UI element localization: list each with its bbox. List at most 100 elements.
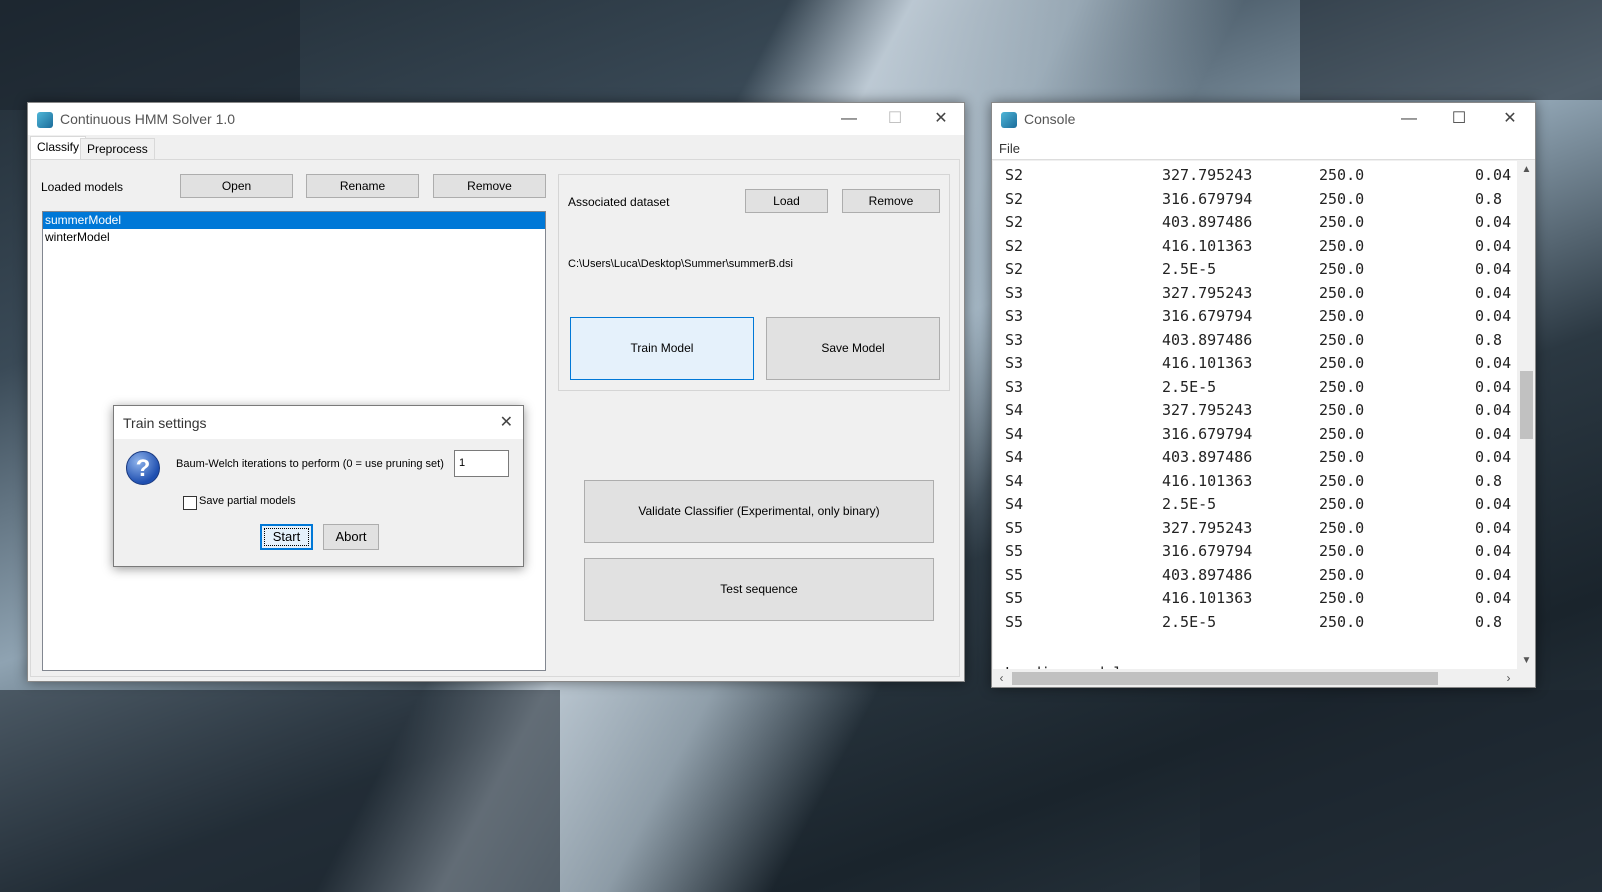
console-cell: 250.0 bbox=[1319, 213, 1365, 231]
console-cell: S3 bbox=[1005, 330, 1024, 349]
list-item-winter-model[interactable]: winterModel bbox=[43, 229, 545, 246]
console-close-button[interactable]: ✕ bbox=[1487, 103, 1533, 135]
console-cell: S5 bbox=[1005, 518, 1024, 537]
console-cell: S4 bbox=[1005, 471, 1024, 490]
load-dataset-button[interactable]: Load bbox=[745, 189, 828, 213]
iterations-input[interactable]: 1 bbox=[454, 450, 509, 477]
abort-button-label: Abort bbox=[335, 529, 367, 544]
console-cell: 327.795243 bbox=[1162, 401, 1253, 419]
console-cell: S3 bbox=[1005, 354, 1024, 372]
console-cell: 403.897486 bbox=[1162, 330, 1253, 349]
console-cell: S4 bbox=[1005, 448, 1024, 466]
horizontal-scrollbar[interactable]: ‹ › bbox=[993, 670, 1517, 687]
console-cell: S3 bbox=[1005, 307, 1024, 325]
console-cell: 416.101363 bbox=[1162, 471, 1253, 490]
wallpaper-block bbox=[1300, 0, 1602, 100]
validate-classifier-button-label: Validate Classifier (Experimental, only … bbox=[638, 504, 880, 518]
console-cell: 0.04 bbox=[1475, 495, 1512, 513]
console-cell: 250.0 bbox=[1319, 424, 1365, 443]
train-model-button-label: Train Model bbox=[630, 341, 694, 355]
console-cell: 0.8 bbox=[1475, 330, 1503, 349]
remove-model-button[interactable]: Remove bbox=[433, 174, 546, 198]
vertical-scroll-thumb[interactable] bbox=[1520, 371, 1533, 439]
console-cell: S5 bbox=[1005, 612, 1024, 631]
console-cell: 250.0 bbox=[1319, 495, 1365, 513]
minimize-button[interactable]: — bbox=[826, 103, 872, 135]
scroll-up-arrow[interactable]: ▲ bbox=[1518, 161, 1535, 178]
console-cell: 327.795243 bbox=[1162, 166, 1253, 184]
test-sequence-button-label: Test sequence bbox=[720, 582, 798, 596]
vertical-scrollbar[interactable]: ▲ ▼ bbox=[1518, 161, 1535, 669]
console-cell: S2 bbox=[1005, 236, 1024, 255]
console-cell: 2.5E-5 bbox=[1162, 612, 1217, 631]
train-model-button[interactable]: Train Model bbox=[570, 317, 754, 380]
console-cell: 416.101363 bbox=[1162, 236, 1253, 255]
save-partial-checkbox[interactable] bbox=[183, 496, 197, 510]
console-cell: 250.0 bbox=[1319, 448, 1365, 466]
console-cell: 250.0 bbox=[1319, 260, 1365, 278]
console-cell: 316.679794 bbox=[1162, 542, 1253, 560]
console-cell: 250.0 bbox=[1319, 565, 1365, 584]
console-cell: 250.0 bbox=[1319, 377, 1365, 396]
load-dataset-button-label: Load bbox=[773, 194, 800, 208]
open-button-label: Open bbox=[221, 179, 252, 193]
console-cell: 0.04 bbox=[1475, 307, 1512, 325]
scroll-left-arrow[interactable]: ‹ bbox=[993, 670, 1010, 687]
dialog-close-button[interactable]: ✕ bbox=[500, 412, 513, 432]
tab-classify[interactable]: Classify bbox=[30, 136, 87, 159]
console-cell: 0.04 bbox=[1475, 401, 1512, 419]
validate-classifier-button[interactable]: Validate Classifier (Experimental, only … bbox=[584, 480, 934, 543]
remove-dataset-button[interactable]: Remove bbox=[842, 189, 940, 213]
main-window-title: Continuous HMM Solver 1.0 bbox=[60, 111, 236, 127]
dialog-titlebar[interactable]: Train settings ✕ bbox=[114, 406, 523, 439]
horizontal-scroll-thumb[interactable] bbox=[1012, 672, 1438, 685]
console-cell: 250.0 bbox=[1319, 354, 1365, 372]
console-menubar: File bbox=[992, 135, 1535, 160]
save-model-button[interactable]: Save Model bbox=[766, 317, 940, 380]
menu-file[interactable]: File bbox=[999, 141, 1020, 156]
console-cell: S2 bbox=[1005, 260, 1024, 278]
main-titlebar[interactable]: Continuous HMM Solver 1.0 — ☐ ✕ bbox=[28, 103, 964, 135]
console-cell: 327.795243 bbox=[1162, 283, 1253, 302]
console-cell: 0.8 bbox=[1475, 189, 1503, 208]
loaded-models-label: Loaded models bbox=[41, 180, 124, 194]
console-cell: 403.897486 bbox=[1162, 213, 1253, 231]
console-rows: S2 327.795243 250.0 0.04 S2 316.679794 250.0 0.… bbox=[993, 161, 1517, 669]
console-trailing-line: Loading model... bbox=[1005, 662, 1150, 670]
tab-preprocess[interactable]: Preprocess bbox=[80, 138, 155, 159]
associated-dataset-label: Associated dataset bbox=[568, 195, 670, 209]
console-cell: 403.897486 bbox=[1162, 565, 1253, 584]
console-cell: 250.0 bbox=[1319, 589, 1365, 607]
console-minimize-button[interactable]: — bbox=[1386, 103, 1432, 135]
console-cell: 250.0 bbox=[1319, 612, 1365, 631]
maximize-button[interactable]: ☐ bbox=[872, 103, 918, 135]
console-cell: 0.04 bbox=[1475, 542, 1512, 560]
console-cell: 316.679794 bbox=[1162, 307, 1253, 325]
rename-button[interactable]: Rename bbox=[306, 174, 419, 198]
console-cell: S5 bbox=[1005, 542, 1024, 560]
console-cell: 250.0 bbox=[1319, 236, 1365, 255]
console-cell: 250.0 bbox=[1319, 330, 1365, 349]
close-button[interactable]: ✕ bbox=[918, 103, 964, 135]
remove-dataset-button-label: Remove bbox=[868, 194, 914, 208]
console-cell: 250.0 bbox=[1319, 283, 1365, 302]
abort-button[interactable]: Abort bbox=[323, 524, 379, 550]
console-cell: S5 bbox=[1005, 589, 1024, 607]
console-cell: S2 bbox=[1005, 213, 1024, 231]
console-title: Console bbox=[1024, 111, 1076, 127]
console-maximize-button[interactable]: ☐ bbox=[1436, 103, 1482, 135]
save-model-button-label: Save Model bbox=[821, 341, 885, 355]
train-settings-dialog: Train settings ✕ ? Baum-Welch iterations… bbox=[113, 405, 524, 567]
list-item-summer-model[interactable]: summerModel bbox=[43, 212, 545, 229]
scroll-down-arrow[interactable]: ▼ bbox=[1518, 652, 1535, 669]
console-output[interactable]: S2 327.795243 250.0 0.04 S2 316.679794 250.0 0.… bbox=[993, 161, 1517, 669]
console-cell: 0.04 bbox=[1475, 424, 1512, 443]
dialog-title: Train settings bbox=[123, 415, 207, 431]
open-button[interactable]: Open bbox=[180, 174, 293, 198]
console-titlebar[interactable]: Console — ☐ ✕ bbox=[992, 103, 1535, 135]
test-sequence-button[interactable]: Test sequence bbox=[584, 558, 934, 621]
scroll-right-arrow[interactable]: › bbox=[1500, 670, 1517, 687]
console-cell: 2.5E-5 bbox=[1162, 260, 1217, 278]
start-button[interactable]: Start bbox=[260, 524, 313, 550]
console-cell: 0.04 bbox=[1475, 236, 1512, 255]
